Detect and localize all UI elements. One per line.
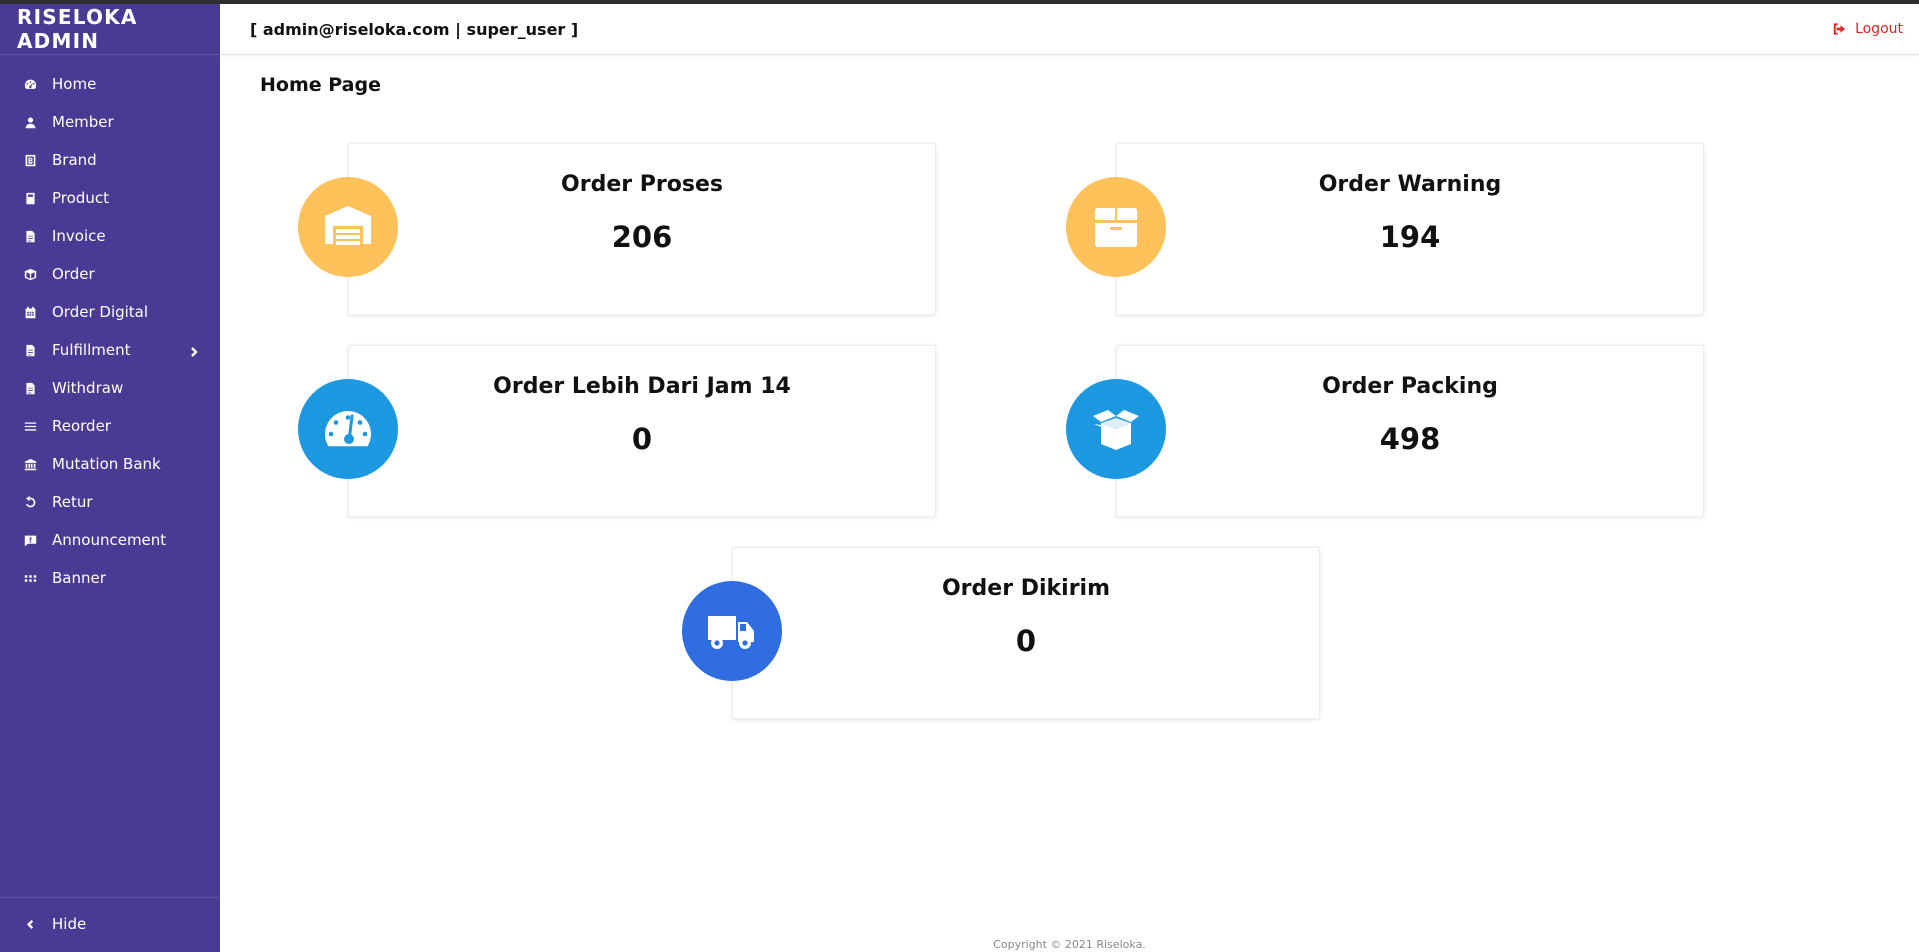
dashboard-icon: [22, 76, 38, 92]
stat-card-title: Order Packing: [1322, 374, 1498, 399]
sidebar-item-label: Retur: [52, 493, 93, 511]
sidebar-item-product[interactable]: Product: [0, 179, 220, 217]
sidebar-item-brand[interactable]: Brand: [0, 141, 220, 179]
stat-card-title: Order Proses: [561, 172, 723, 197]
package-icon: [1066, 177, 1166, 277]
hide-label: Hide: [52, 915, 87, 933]
sidebar-item-fulfillment[interactable]: Fulfillment: [0, 331, 220, 369]
brand-icon: [22, 152, 38, 168]
sidebar-item-announcement[interactable]: Announcement: [0, 521, 220, 559]
open-box-icon: [1066, 379, 1166, 479]
stat-card-value: 0: [1015, 624, 1037, 658]
document-icon: [22, 380, 38, 396]
chevron-left-icon: [22, 916, 38, 932]
return-icon: [22, 494, 38, 510]
top-header: [ admin@riseloka.com | super_user ] Logo…: [220, 4, 1919, 55]
logout-button[interactable]: Logout: [1832, 21, 1903, 37]
sidebar-item-home[interactable]: Home: [0, 65, 220, 103]
stat-card-title: Order Dikirim: [941, 576, 1111, 601]
user-icon: [22, 114, 38, 130]
stat-card-value: 0: [631, 422, 653, 456]
sidebar-nav: Home Member Brand Product Invoice Order …: [0, 65, 220, 597]
stat-card-value: 194: [1379, 220, 1441, 254]
sidebar-item-label: Order Digital: [52, 303, 149, 321]
sidebar-item-label: Member: [52, 113, 114, 131]
stat-card-order-dikirim[interactable]: Order Dikirim 0: [732, 547, 1320, 719]
calendar-icon: [22, 304, 38, 320]
sidebar-item-label: Reorder: [52, 417, 111, 435]
list-icon: [22, 418, 38, 434]
page-title: Home Page: [260, 74, 381, 96]
sidebar-item-label: Announcement: [52, 531, 167, 549]
sidebar-item-banner[interactable]: Banner: [0, 559, 220, 597]
sidebar-item-member[interactable]: Member: [0, 103, 220, 141]
logout-label: Logout: [1855, 21, 1903, 37]
box-icon: [22, 266, 38, 282]
sidebar-item-label: Invoice: [52, 227, 106, 245]
sidebar-item-order[interactable]: Order: [0, 255, 220, 293]
sidebar-item-withdraw[interactable]: Withdraw: [0, 369, 220, 407]
sidebar-item-invoice[interactable]: Invoice: [0, 217, 220, 255]
stat-card-value: 206: [611, 220, 673, 254]
sign-out-icon: [1832, 21, 1848, 37]
grid-icon: [22, 570, 38, 586]
user-info: [ admin@riseloka.com | super_user ]: [250, 19, 579, 39]
truck-icon: [682, 581, 782, 681]
announcement-icon: [22, 532, 38, 548]
chevron-right-icon: [188, 343, 202, 357]
sidebar-item-order-digital[interactable]: Order Digital: [0, 293, 220, 331]
sidebar-item-label: Brand: [52, 151, 97, 169]
stat-card-order-warning[interactable]: Order Warning 194: [1116, 143, 1704, 315]
stat-card-title: Order Lebih Dari Jam 14: [493, 374, 791, 399]
sidebar-item-label: Mutation Bank: [52, 455, 161, 473]
stat-card-order-lebih-dari-jam-14[interactable]: Order Lebih Dari Jam 14 0: [348, 345, 936, 517]
sidebar-item-label: Product: [52, 189, 109, 207]
sidebar-item-label: Home: [52, 75, 97, 93]
document-icon: [22, 228, 38, 244]
sidebar-item-label: Banner: [52, 569, 106, 587]
speedometer-icon: [298, 379, 398, 479]
sidebar-item-retur[interactable]: Retur: [0, 483, 220, 521]
app-title: RISELOKA ADMIN: [0, 4, 220, 55]
stat-card-order-proses[interactable]: Order Proses 206: [348, 143, 936, 315]
hide-sidebar-button[interactable]: Hide: [0, 897, 220, 952]
sidebar-item-label: Withdraw: [52, 379, 124, 397]
sidebar-item-reorder[interactable]: Reorder: [0, 407, 220, 445]
document-icon: [22, 342, 38, 358]
sidebar: RISELOKA ADMIN Home Member Brand Product…: [0, 4, 220, 952]
stat-card-value: 498: [1379, 422, 1441, 456]
warehouse-icon: [298, 177, 398, 277]
sidebar-item-label: Fulfillment: [52, 341, 131, 359]
book-icon: [22, 190, 38, 206]
sidebar-item-label: Order: [52, 265, 95, 283]
stat-card-order-packing[interactable]: Order Packing 498: [1116, 345, 1704, 517]
sidebar-item-mutation-bank[interactable]: Mutation Bank: [0, 445, 220, 483]
copyright-footer: Copyright © 2021 Riseloka.: [993, 938, 1146, 951]
stat-card-title: Order Warning: [1318, 172, 1502, 197]
bank-icon: [22, 456, 38, 472]
